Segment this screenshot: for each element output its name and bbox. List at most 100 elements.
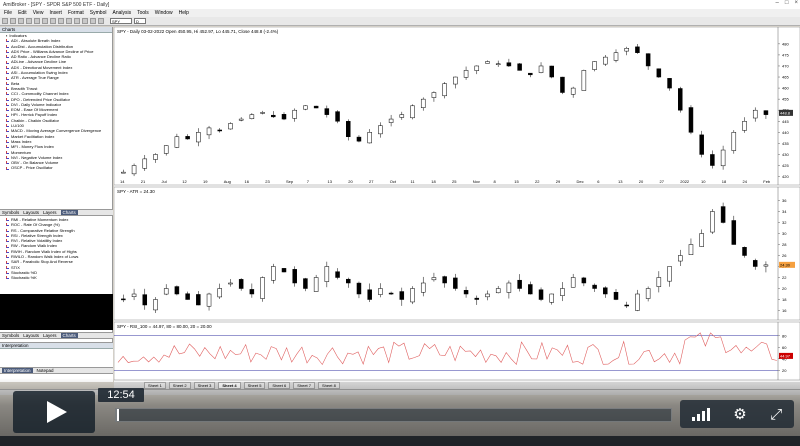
scrubber-handle[interactable] <box>117 409 120 421</box>
atr-body <box>731 220 737 245</box>
indicator-icon <box>6 92 9 96</box>
fullscreen-icon[interactable]: ⤢ <box>770 406 782 422</box>
cut-icon[interactable] <box>34 18 40 24</box>
chart-pane-frame <box>114 186 800 321</box>
indicator-icon <box>6 145 9 149</box>
menu-symbol[interactable]: Symbol <box>90 10 107 16</box>
indicator-icon <box>6 271 9 275</box>
minimize-icon[interactable]: – <box>776 0 779 6</box>
y-tick-label: 435 <box>782 141 789 146</box>
candle-body <box>613 52 619 61</box>
atr-body <box>603 287 608 295</box>
period-input[interactable] <box>134 18 146 24</box>
candle-body <box>399 114 405 118</box>
last-price-label: 448.8 <box>780 110 791 115</box>
candle-body <box>528 72 533 76</box>
atr-body <box>560 288 565 296</box>
indicator-icon <box>6 103 9 106</box>
print-icon[interactable] <box>26 18 32 24</box>
menu-window[interactable]: Window <box>155 10 173 16</box>
menu-analysis[interactable]: Analysis <box>112 10 131 16</box>
toolbar <box>0 17 800 26</box>
tab-charts[interactable]: Charts <box>60 210 78 215</box>
rsi-last-label: 44.97 <box>780 353 791 358</box>
tab-layouts[interactable]: Layouts <box>23 210 39 215</box>
undo-icon[interactable] <box>58 18 64 24</box>
refresh-icon[interactable] <box>82 18 88 24</box>
candle-body <box>560 76 565 93</box>
chart-icon[interactable] <box>66 18 72 24</box>
play-button[interactable] <box>13 391 95 433</box>
new-icon[interactable] <box>2 18 8 24</box>
candle-body <box>410 105 415 119</box>
indicator-item[interactable]: OSCP - Price Oscillator <box>6 165 112 170</box>
y-tick-label: 30 <box>782 231 787 236</box>
atr-body <box>528 284 533 295</box>
window-title: AmiBroker - [SPY - SPDR S&P 500 ETF - Da… <box>3 1 110 8</box>
atr-body <box>185 293 190 300</box>
menu-insert[interactable]: Insert <box>49 10 62 16</box>
atr-body <box>121 298 126 301</box>
menu-format[interactable]: Format <box>68 10 84 16</box>
x-tick-label: 27 <box>369 179 374 184</box>
y-tick-label: 440 <box>782 130 789 135</box>
tab-layers[interactable]: Layers <box>43 333 57 338</box>
candle-body <box>335 111 340 122</box>
atr-body <box>174 286 180 295</box>
menu-tools[interactable]: Tools <box>137 10 149 16</box>
candle-body <box>260 112 265 114</box>
indicator-icon <box>6 65 9 69</box>
tab-interpretation[interactable]: Interpretation <box>2 368 33 373</box>
open-icon[interactable] <box>10 18 16 24</box>
x-tick-label: 21 <box>141 179 146 184</box>
price-chart[interactable]: SPY - Daily 03-02-2022 Open 450.95, Hi 4… <box>114 27 800 382</box>
tab-symbols[interactable]: Symbols <box>2 333 19 338</box>
menu-view[interactable]: View <box>33 10 44 16</box>
video-scrubber[interactable] <box>115 408 672 422</box>
candle-body <box>517 63 522 71</box>
chart-pane[interactable]: SPY - Daily 03-02-2022 Open 450.95, Hi 4… <box>114 27 800 382</box>
paste-icon[interactable] <box>50 18 56 24</box>
atr-body <box>570 277 576 288</box>
grid-icon[interactable] <box>98 18 104 24</box>
indicator-item[interactable]: Stochastic %K <box>6 275 113 280</box>
atr-body <box>303 278 308 289</box>
gear-icon[interactable]: ⚙ <box>733 406 746 422</box>
menu-edit[interactable]: Edit <box>18 10 27 16</box>
copy-icon[interactable] <box>42 18 48 24</box>
maximize-icon[interactable]: □ <box>785 0 789 6</box>
tab-charts[interactable]: Charts <box>60 333 78 338</box>
candle-body <box>570 87 576 95</box>
indicator-icon <box>6 265 9 269</box>
candle-body <box>346 121 351 138</box>
indicator-tree: ▪ Indicators ADI - Absolute Breath Index A… <box>0 33 112 171</box>
atr-body <box>442 276 447 284</box>
candle-body <box>142 158 148 169</box>
atr-body <box>313 277 319 292</box>
save-icon[interactable] <box>18 18 24 24</box>
volume-icon[interactable] <box>691 407 710 421</box>
y-tick-label: 36 <box>782 198 787 203</box>
indicator-icon <box>6 276 9 280</box>
zoom-icon[interactable] <box>74 18 80 24</box>
x-tick-label: 16 <box>245 179 250 184</box>
atr-body <box>699 233 704 247</box>
symbol-input[interactable] <box>110 18 132 24</box>
x-tick-label: 2022 <box>680 179 690 184</box>
tab-symbols[interactable]: Symbols <box>2 210 19 215</box>
menu-help[interactable]: Help <box>179 10 189 16</box>
draw-icon[interactable] <box>90 18 96 24</box>
atr-body <box>485 293 490 298</box>
indicator-icon <box>6 239 9 243</box>
tab-layers[interactable]: Layers <box>43 210 57 215</box>
close-icon[interactable]: × <box>794 0 798 6</box>
pane-title: SPY - ATR = 24.30 <box>117 189 155 194</box>
candle-body <box>367 132 372 144</box>
menu-file[interactable]: File <box>4 10 12 16</box>
x-tick-label: 12 <box>182 179 187 184</box>
tab-notepad[interactable]: Notepad <box>37 368 54 373</box>
tab-layouts[interactable]: Layouts <box>23 333 39 338</box>
interpretation-header: Interpretation <box>0 343 113 349</box>
atr-body <box>228 282 233 285</box>
candle-body <box>720 149 726 167</box>
